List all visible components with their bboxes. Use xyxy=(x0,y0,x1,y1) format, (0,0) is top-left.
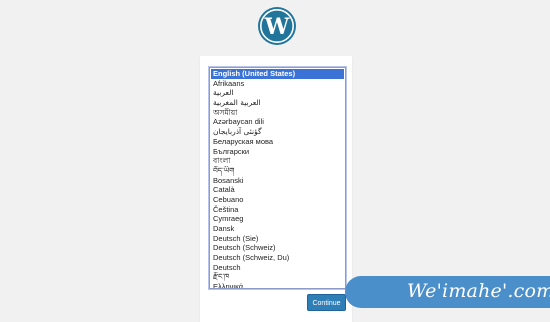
language-option[interactable]: العربية xyxy=(210,88,345,98)
language-option[interactable]: Беларуская мова xyxy=(210,137,345,147)
language-option[interactable]: العربية المغربية xyxy=(210,98,345,108)
language-select-list[interactable]: English (United States) Afrikaans العربية ا… xyxy=(209,67,346,289)
language-option[interactable]: Deutsch (Schweiz, Du) xyxy=(210,253,345,263)
wordpress-logo-icon: W xyxy=(258,7,296,45)
language-option[interactable]: Dansk xyxy=(210,224,345,234)
language-option[interactable]: Afrikaans xyxy=(210,79,345,89)
language-option[interactable]: Cymraeg xyxy=(210,214,345,224)
language-option[interactable]: Čeština xyxy=(210,205,345,215)
continue-button[interactable]: Continue xyxy=(307,294,346,311)
language-option[interactable]: Deutsch (Sie) xyxy=(210,234,345,244)
language-option[interactable]: Azərbaycan dili xyxy=(210,117,345,127)
language-option[interactable]: অসমীয়া xyxy=(210,108,345,118)
language-option[interactable]: བོད་ཡིག xyxy=(210,166,345,176)
watermark-banner: We'imahe'.com xyxy=(345,276,550,308)
watermark-text: We'imahe'.com xyxy=(407,280,550,302)
language-option[interactable]: Български xyxy=(210,147,345,157)
language-option[interactable]: Català xyxy=(210,185,345,195)
svg-text:W: W xyxy=(264,14,290,40)
language-option[interactable]: گؤنئی آذربایجان xyxy=(210,127,345,137)
language-option-selected[interactable]: English (United States) xyxy=(211,69,344,79)
language-option[interactable]: རྫོང་ཁ xyxy=(210,272,345,282)
language-option[interactable]: Deutsch (Schweiz) xyxy=(210,243,345,253)
language-option[interactable]: বাংলা xyxy=(210,156,345,166)
language-option[interactable]: Bosanski xyxy=(210,176,345,186)
language-option[interactable]: Cebuano xyxy=(210,195,345,205)
language-option[interactable]: Ελληνικά xyxy=(210,282,345,288)
language-option[interactable]: Deutsch xyxy=(210,263,345,273)
